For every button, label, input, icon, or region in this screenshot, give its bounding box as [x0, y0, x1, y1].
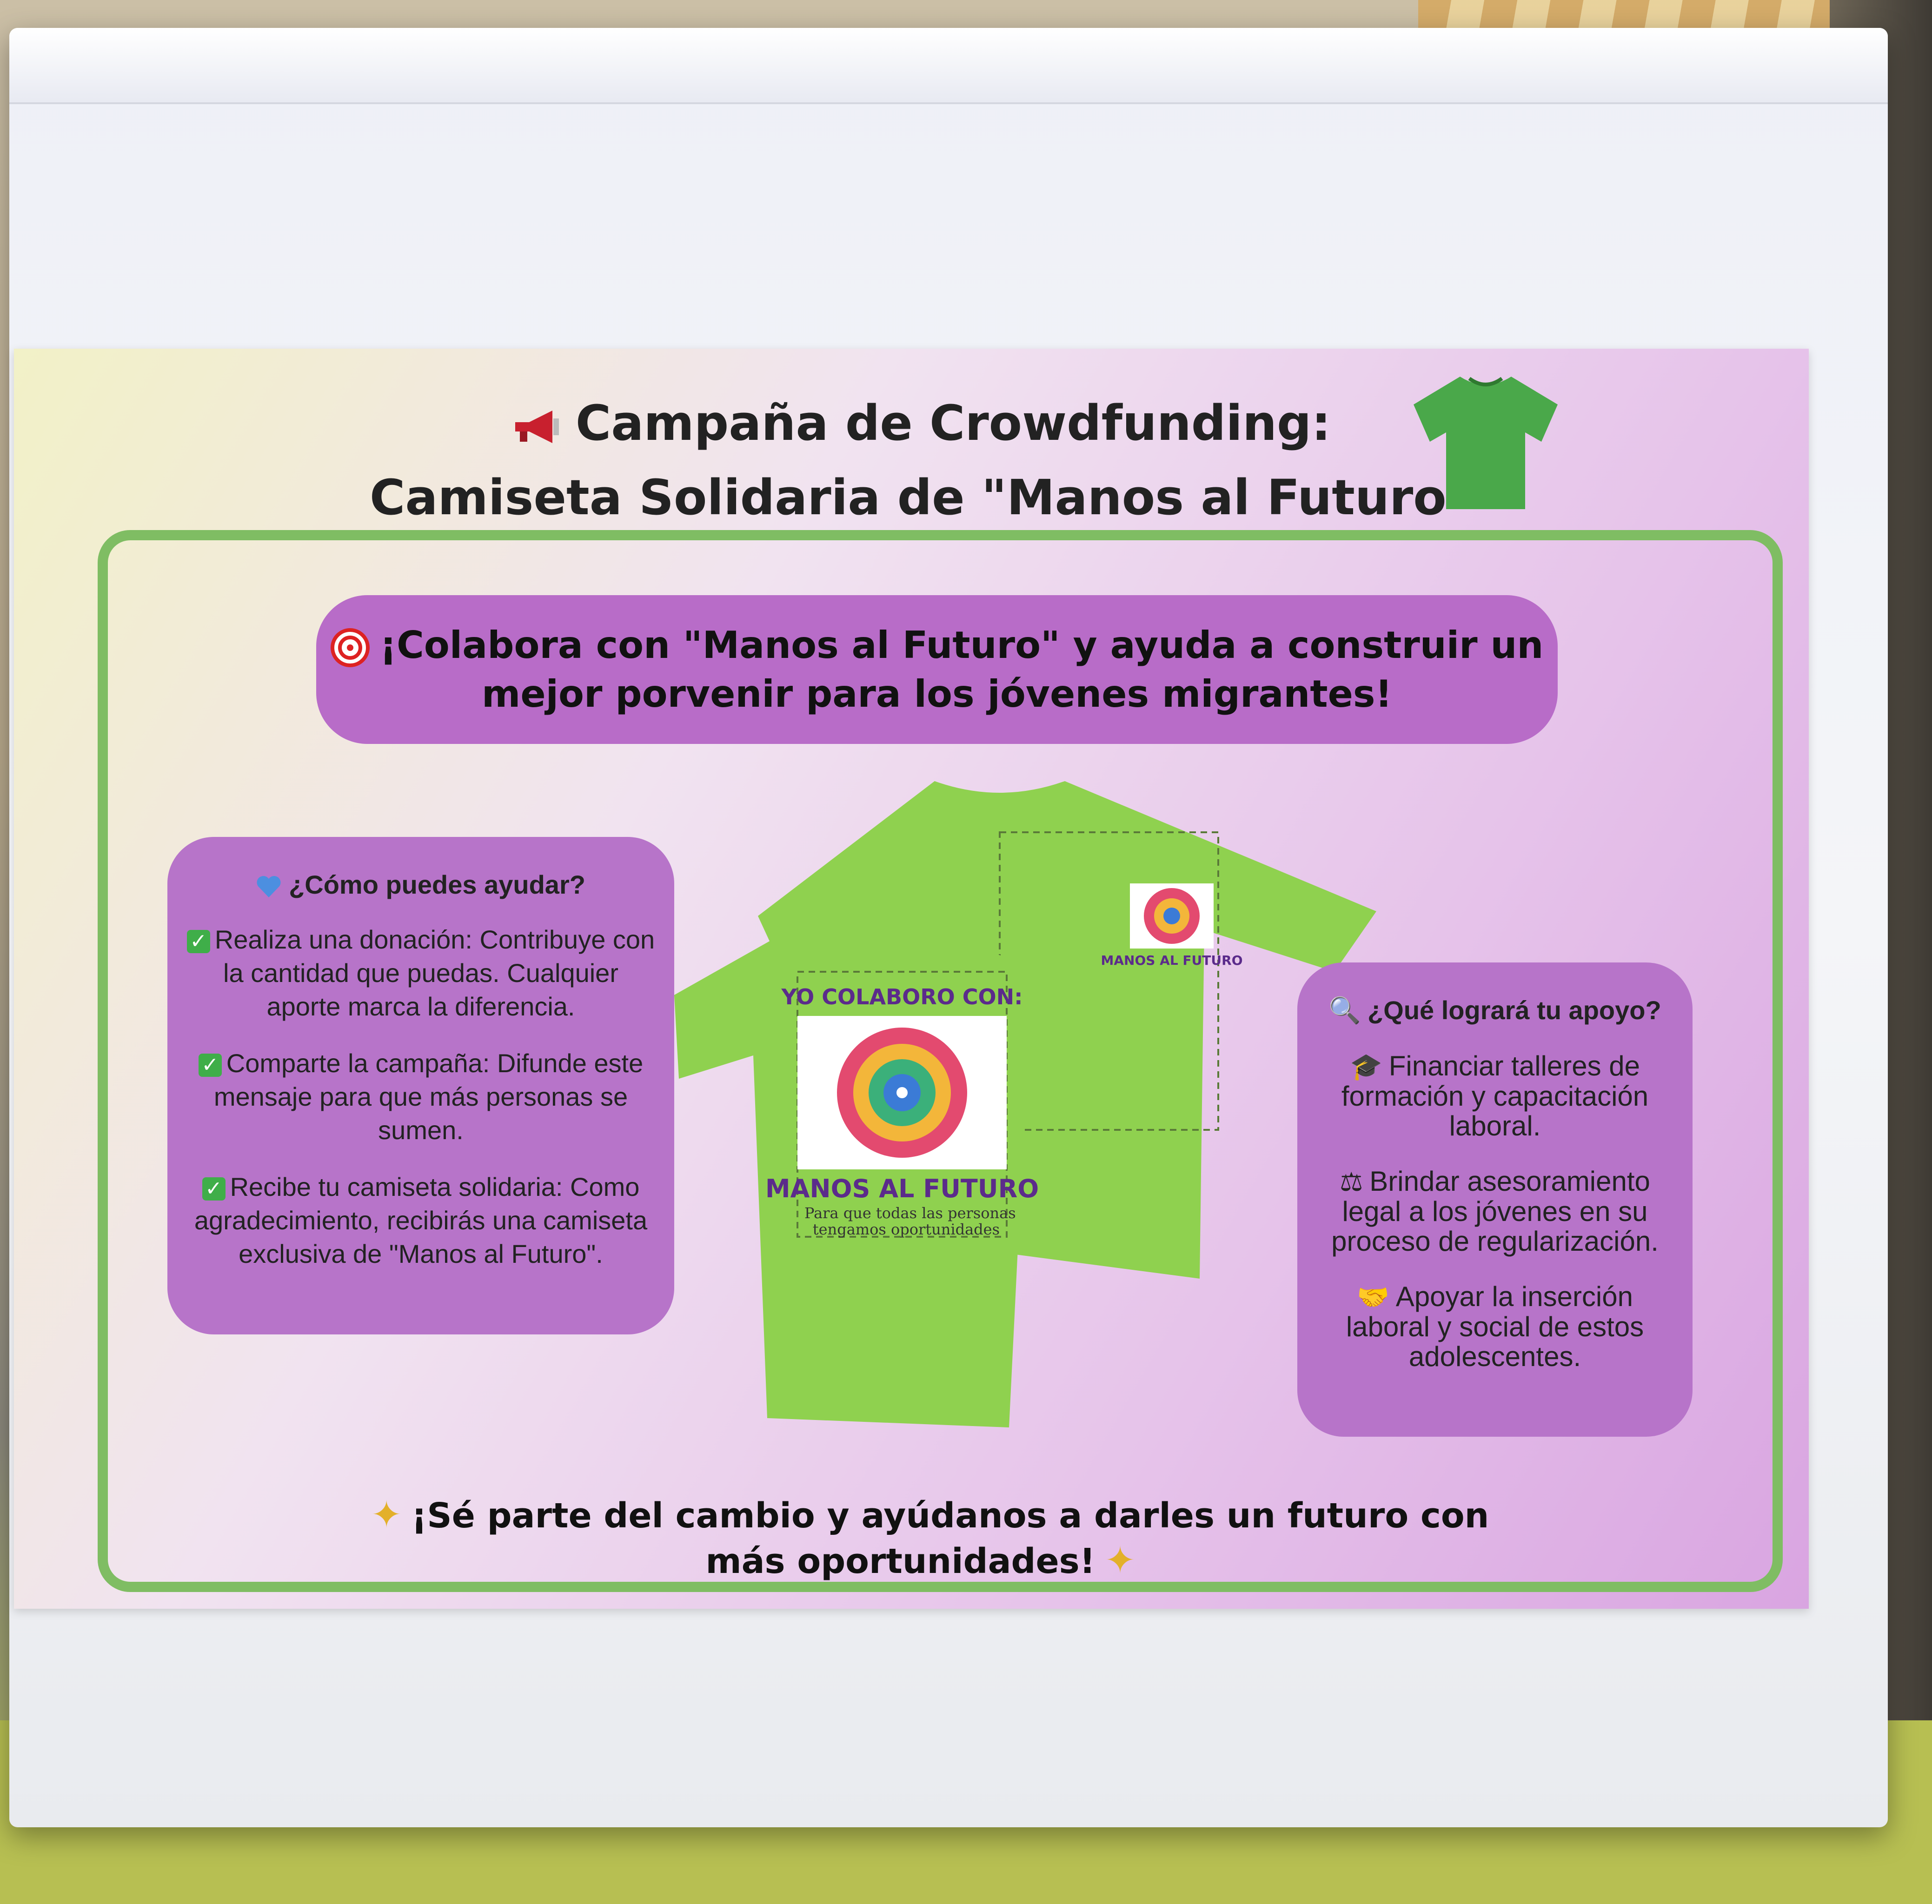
help-card-title: ¿Cómo puedes ayudar?: [289, 870, 585, 899]
shirt-back-tagline-1: Para que todas las personas: [804, 1204, 1016, 1222]
magnifier-icon: 🔍: [1328, 995, 1361, 1025]
crowdfunding-poster: Campaña de Crowdfunding: Camiseta Solida…: [14, 349, 1809, 1609]
scales-icon: ⚖: [1340, 1167, 1363, 1196]
tshirt-icon: [1414, 377, 1558, 509]
footer-line-1: ¡Sé parte del cambio y ayúdanos a darles…: [411, 1496, 1489, 1536]
shirt-back-tagline-2: tengamos oportunidades: [813, 1221, 1000, 1238]
handshake-icon: 🤝: [1357, 1282, 1389, 1312]
heart-icon: [257, 876, 281, 898]
shirt-back-brand: MANOS AL FUTURO: [765, 1174, 1039, 1203]
impact-card: 🔍 ¿Qué logrará tu apoyo? 🎓 Financiar talle…: [1297, 962, 1693, 1437]
sparkle-icon: ✦: [371, 1493, 402, 1536]
check-icon: ✓: [198, 1054, 222, 1077]
sparkle-icon: ✦: [1104, 1539, 1136, 1582]
graduation-cap-icon: 🎓: [1350, 1052, 1382, 1081]
impact-item: ⚖ Brindar asesoramiento legal a los jóven…: [1331, 1166, 1659, 1257]
impact-item: 🤝 Apoyar la inserción laboral y social de…: [1346, 1281, 1644, 1372]
megaphone-icon: [515, 410, 559, 443]
call-to-action-banner: ¡Colabora con "Manos al Futuro" y ayuda …: [316, 595, 1558, 744]
footer-message: ✦ ¡Sé parte del cambio y ayúdanos a darle…: [339, 1493, 1511, 1584]
footer-line-2: más oportunidades!: [705, 1541, 1095, 1581]
help-item: ✓ Comparte la campaña: Difunde este mensa…: [186, 1047, 656, 1147]
help-item: ✓ Realiza una donación: Contribuye con la…: [186, 923, 656, 1023]
box-lid: [9, 28, 1888, 104]
poster-title: Campaña de Crowdfunding: Camiseta Solida…: [339, 386, 1502, 535]
help-item: ✓ Recibe tu camiseta solidaria: Como agra…: [194, 1172, 648, 1268]
title-line-1: Campaña de Crowdfunding:: [575, 395, 1331, 451]
title-line-2: Camiseta Solidaria de "Manos al Futuro": [370, 469, 1472, 526]
shirts-illustration: MANOS AL FUTURO YO COLABORO CON: MANOS A…: [674, 781, 1376, 1427]
shirt-back-header: YO COLABORO CON:: [781, 984, 1022, 1009]
target-icon: [330, 628, 370, 668]
help-card: ¿Cómo puedes ayudar? ✓ Realiza una donaci…: [167, 837, 674, 1334]
banner-line-1: ¡Colabora con "Manos al Futuro" y ayuda …: [379, 624, 1544, 667]
impact-item: 🎓 Financiar talleres de formación y capac…: [1341, 1050, 1649, 1141]
banner-line-2: mejor porvenir para los jóvenes migrante…: [482, 672, 1392, 716]
check-icon: ✓: [186, 930, 210, 954]
check-icon: ✓: [202, 1177, 226, 1201]
shirt-front-brand: MANOS AL FUTURO: [1101, 953, 1242, 968]
impact-card-title: ¿Qué logrará tu apoyo?: [1368, 995, 1661, 1025]
